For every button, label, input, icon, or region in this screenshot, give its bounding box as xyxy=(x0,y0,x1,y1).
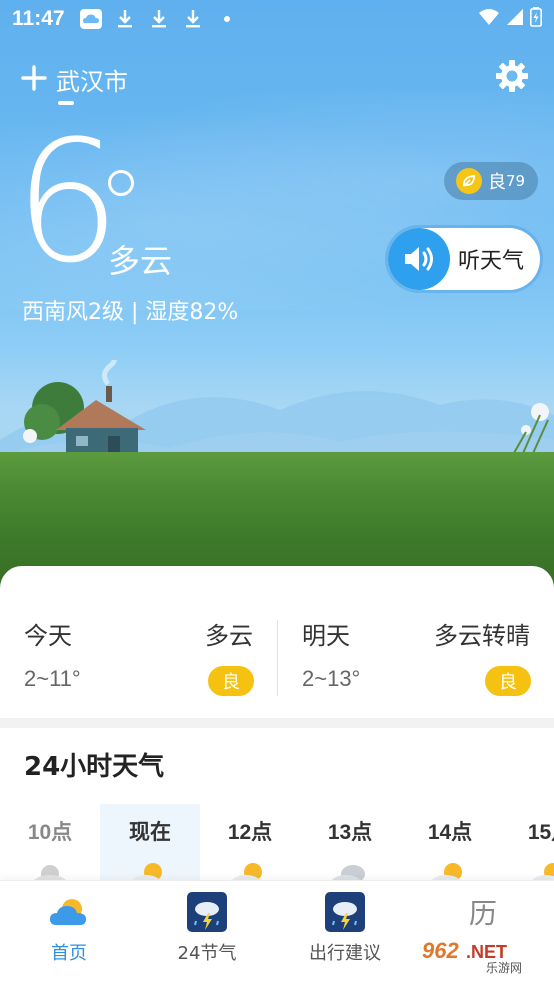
forecast-today[interactable]: 今天 多云 2~11° 良 xyxy=(0,566,277,718)
cloud-notification-icon xyxy=(79,7,103,31)
hour-label: 15点 xyxy=(527,821,554,844)
download-icon xyxy=(147,7,171,31)
download-icon xyxy=(113,7,137,31)
status-bar: 11:47 xyxy=(0,0,554,38)
city-name[interactable]: 武汉市 xyxy=(56,62,128,97)
hour-item[interactable]: 10点 xyxy=(0,804,100,880)
cloudy-icon xyxy=(332,865,365,880)
wifi-icon xyxy=(478,8,500,30)
signal-icon xyxy=(506,8,524,30)
aqi-pill: 良 xyxy=(208,666,254,696)
hour-item[interactable]: 15点 xyxy=(500,804,554,880)
section-separator xyxy=(0,718,554,728)
hour-label: 现在 xyxy=(129,821,171,844)
wind-humidity: 西南风2级 | 湿度82% xyxy=(22,300,239,325)
partly-sunny-icon xyxy=(432,863,462,880)
day-temperature-range: 2~11° xyxy=(24,666,81,691)
aqi-value: 79 xyxy=(506,172,526,190)
svg-text:962: 962 xyxy=(422,938,459,963)
current-condition: 多云 xyxy=(108,242,173,280)
watermark-logo-icon: 962 .NET 乐游网 xyxy=(414,936,548,976)
hour-label: 13点 xyxy=(327,821,373,844)
hour-label: 12点 xyxy=(227,821,273,844)
storm-card-icon xyxy=(325,892,365,932)
hour-item[interactable]: 13点 xyxy=(300,804,400,880)
home-cloud-icon xyxy=(50,899,86,925)
day-condition: 多云转晴 xyxy=(434,622,530,650)
current-temperature: 6 xyxy=(14,104,121,300)
battery-icon xyxy=(530,7,542,31)
dot-icon xyxy=(215,7,239,31)
calendar-icon: 历 xyxy=(462,891,504,933)
svg-text:.NET: .NET xyxy=(466,942,507,962)
hour-label: 10点 xyxy=(27,821,73,844)
hour-item[interactable]: 12点 xyxy=(200,804,300,880)
nav-label: 出行建议 xyxy=(309,943,381,964)
hourly-section-title: 24小时天气 xyxy=(24,752,165,782)
speaker-icon xyxy=(388,228,450,290)
degree-symbol xyxy=(108,170,134,196)
nav-label: 24节气 xyxy=(177,943,237,964)
forecast-tomorrow[interactable]: 明天 多云转晴 2~13° 良 xyxy=(278,566,554,718)
leaf-icon xyxy=(456,168,482,194)
partly-sunny-icon xyxy=(34,865,66,880)
aqi-level: 良 xyxy=(488,172,506,193)
hour-label: 14点 xyxy=(427,821,473,844)
aqi-pill: 良 xyxy=(485,666,531,696)
gear-icon xyxy=(496,60,528,92)
storm-card-icon xyxy=(187,892,227,932)
day-name: 今天 xyxy=(24,622,72,650)
settings-button[interactable] xyxy=(494,58,530,94)
nav-travel-advice[interactable]: 出行建议 xyxy=(276,881,414,984)
day-name: 明天 xyxy=(302,622,350,650)
svg-text:乐游网: 乐游网 xyxy=(486,961,522,975)
partly-sunny-icon xyxy=(232,863,262,880)
site-watermark: 962 .NET 乐游网 xyxy=(414,930,548,978)
hour-item[interactable]: 现在 xyxy=(100,804,200,880)
hour-item[interactable]: 14点 xyxy=(400,804,500,880)
plus-icon xyxy=(21,65,47,91)
listen-weather-label: 听天气 xyxy=(458,249,525,274)
download-icon xyxy=(181,7,205,31)
partly-sunny-icon xyxy=(132,863,162,880)
nav-solar-terms[interactable]: 24节气 xyxy=(138,881,276,984)
day-condition: 多云 xyxy=(205,622,253,650)
status-time: 11:47 xyxy=(12,7,65,30)
nav-home[interactable]: 首页 xyxy=(0,881,138,984)
divider xyxy=(277,620,278,696)
day-temperature-range: 2~13° xyxy=(302,666,361,691)
nav-label: 首页 xyxy=(51,943,87,964)
calendar-glyph: 历 xyxy=(468,897,497,930)
listen-weather-button[interactable]: 听天气 xyxy=(388,228,540,290)
aqi-badge[interactable]: 良 79 xyxy=(444,162,538,200)
partly-sunny-icon xyxy=(532,863,554,880)
add-city-button[interactable] xyxy=(20,64,48,92)
hourly-forecast-strip[interactable]: 10点 现在 12点 13点 14点 15点 xyxy=(0,804,554,880)
